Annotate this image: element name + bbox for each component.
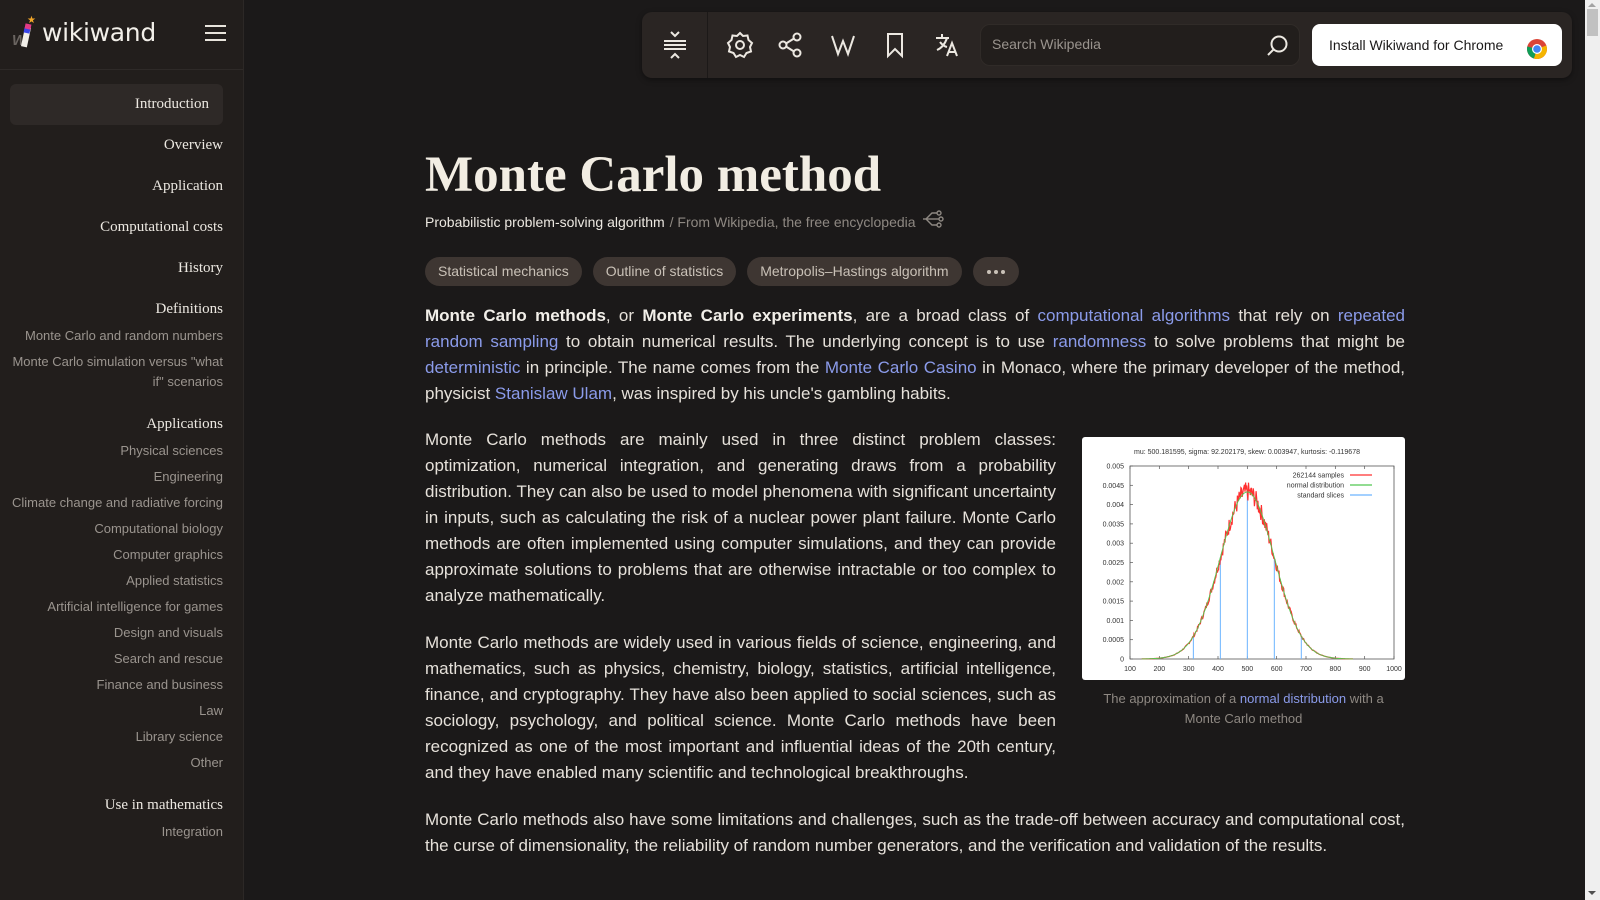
link-computational-algorithms[interactable]: computational algorithms (1037, 306, 1230, 325)
intro-paragraph: Monte Carlo methods, or Monte Carlo expe… (425, 306, 1405, 403)
toc-item[interactable]: Climate change and radiative forcing (10, 493, 223, 513)
bookmark-icon[interactable] (879, 29, 911, 61)
logo-text: wikiwand (42, 17, 156, 47)
fork-icon[interactable] (922, 210, 944, 234)
table-of-contents: Introduction Overview Application Computati… (0, 70, 243, 842)
toc-item[interactable]: Application (10, 166, 223, 207)
page-scrollbar[interactable] (1585, 0, 1600, 900)
source-note: / From Wikipedia, the free encyclopedia (669, 214, 916, 230)
chart-title: mu: 500.181595, sigma: 92.202179, skew: … (1134, 449, 1360, 456)
related-topic-chip[interactable]: Metropolis–Hastings algorithm (747, 257, 962, 286)
scrollbar-thumb[interactable] (1587, 9, 1598, 36)
hamburger-menu-icon[interactable] (205, 25, 226, 43)
wikiwand-logo[interactable]: W ★ wikiwand (12, 15, 156, 49)
related-topic-chip[interactable]: Outline of statistics (592, 257, 737, 286)
legend-label: standard slices (1297, 493, 1344, 500)
toc-item[interactable]: Overview (10, 125, 223, 166)
link-deterministic[interactable]: deterministic (425, 358, 520, 377)
x-tick-label: 500 (1241, 666, 1253, 673)
related-topic-chip[interactable]: Statistical mechanics (425, 257, 582, 286)
link-stanislaw-ulam[interactable]: Stanislaw Ulam (495, 384, 612, 403)
toc-item[interactable]: Library science (10, 727, 223, 747)
x-tick-label: 300 (1183, 666, 1195, 673)
y-tick-label: 0.0025 (1103, 560, 1125, 567)
link-randomness[interactable]: randomness (1053, 332, 1147, 351)
x-tick-label: 200 (1153, 666, 1165, 673)
figure-caption: The approximation of a normal distributi… (1103, 691, 1384, 726)
link-monte-carlo-casino[interactable]: Monte Carlo Casino (825, 358, 977, 377)
toc-item[interactable]: Applications (10, 404, 223, 445)
y-tick-label: 0.001 (1106, 618, 1124, 625)
legend-label: 262144 samples (1293, 473, 1345, 480)
toc-item[interactable]: Artificial intelligence for games (10, 597, 223, 617)
search-input[interactable] (992, 36, 1252, 52)
toc-item[interactable]: History (10, 248, 223, 289)
search-box[interactable] (980, 24, 1300, 66)
wikipedia-icon[interactable] (827, 29, 859, 61)
install-chrome-button[interactable]: Install Wikiwand for Chrome (1312, 24, 1562, 66)
toc-item[interactable]: Design and visuals (10, 623, 223, 643)
y-tick-label: 0.004 (1106, 502, 1124, 509)
article-toolbar: Install Wikiwand for Chrome (642, 12, 1572, 78)
toc-item[interactable]: Finance and business (10, 675, 223, 695)
y-tick-label: 0.0045 (1103, 483, 1125, 490)
article: Monte Carlo method Probabilistic problem… (425, 140, 1405, 859)
sidebar: W ★ wikiwand Introduction Overview Applica… (0, 0, 244, 900)
toc-item[interactable]: Applied statistics (10, 571, 223, 591)
legend-label: normal distribution (1287, 483, 1344, 490)
x-tick-label: 100 (1124, 666, 1136, 673)
toc-item[interactable]: Monte Carlo simulation versus "what if" … (10, 352, 223, 392)
more-topics-button[interactable] (972, 257, 1019, 286)
x-tick-label: 400 (1212, 666, 1224, 673)
toc-item[interactable]: Use in mathematics (10, 785, 223, 826)
x-tick-label: 700 (1300, 666, 1312, 673)
translate-icon[interactable] (931, 29, 963, 61)
wikiwand-wand-icon: W ★ (12, 15, 36, 49)
share-icon[interactable] (774, 29, 806, 61)
normal-distribution-chart[interactable]: mu: 500.181595, sigma: 92.202179, skew: … (1082, 437, 1405, 680)
toc-item[interactable]: Computer graphics (10, 545, 223, 565)
y-tick-label: 0.003 (1106, 541, 1124, 548)
toc-item[interactable]: Engineering (10, 467, 223, 487)
x-tick-label: 1000 (1386, 666, 1402, 673)
y-tick-label: 0.0035 (1103, 521, 1125, 528)
install-chrome-label: Install Wikiwand for Chrome (1329, 37, 1504, 53)
page-title: Monte Carlo method (425, 147, 882, 203)
sidebar-header: W ★ wikiwand (0, 0, 243, 70)
bold-term: Monte Carlo methods (425, 306, 606, 325)
chrome-icon (1526, 34, 1548, 76)
bold-term: Monte Carlo experiments (642, 306, 853, 325)
toc-item[interactable]: Search and rescue (10, 649, 223, 669)
paragraph: Monte Carlo methods are widely used in v… (425, 633, 1056, 782)
settings-icon[interactable] (724, 29, 756, 61)
y-tick-label: 0.0005 (1103, 637, 1125, 644)
y-tick-label: 0.0015 (1103, 599, 1125, 606)
toc-item[interactable]: Other (10, 753, 223, 773)
scroll-down-arrow-icon[interactable] (1588, 891, 1596, 895)
toc-item[interactable]: Physical sciences (10, 441, 223, 461)
toc-item[interactable]: Definitions (10, 289, 224, 330)
link-normal-distribution[interactable]: normal distribution (1240, 691, 1346, 706)
more-icon (986, 269, 1005, 274)
y-tick-label: 0.005 (1106, 464, 1124, 471)
x-tick-label: 900 (1359, 666, 1371, 673)
toc-item[interactable]: Monte Carlo and random numbers (10, 326, 223, 346)
x-tick-label: 800 (1329, 666, 1341, 673)
paragraph: Monte Carlo methods also have some limit… (425, 810, 1405, 855)
figure: mu: 500.181595, sigma: 92.202179, skew: … (1082, 437, 1405, 729)
scroll-up-arrow-icon[interactable] (1588, 3, 1596, 7)
related-topics: Statistical mechanics Outline of statist… (425, 257, 1405, 286)
collapse-expand-icon[interactable] (659, 29, 691, 61)
article-subtitle: Probabilistic problem-solving algorithm … (425, 210, 1405, 234)
short-description: Probabilistic problem-solving algorithm (425, 214, 665, 230)
toc-item[interactable]: Computational costs (10, 207, 223, 248)
y-tick-label: 0 (1120, 657, 1124, 664)
toc-item[interactable]: Law (10, 701, 223, 721)
toc-item[interactable]: Introduction (10, 84, 223, 125)
toc-item[interactable]: Computational biology (10, 519, 223, 539)
y-tick-label: 0.002 (1106, 579, 1124, 586)
x-tick-label: 600 (1271, 666, 1283, 673)
paragraph: Monte Carlo methods are mainly used in t… (425, 430, 1056, 605)
search-icon[interactable] (1265, 34, 1289, 63)
